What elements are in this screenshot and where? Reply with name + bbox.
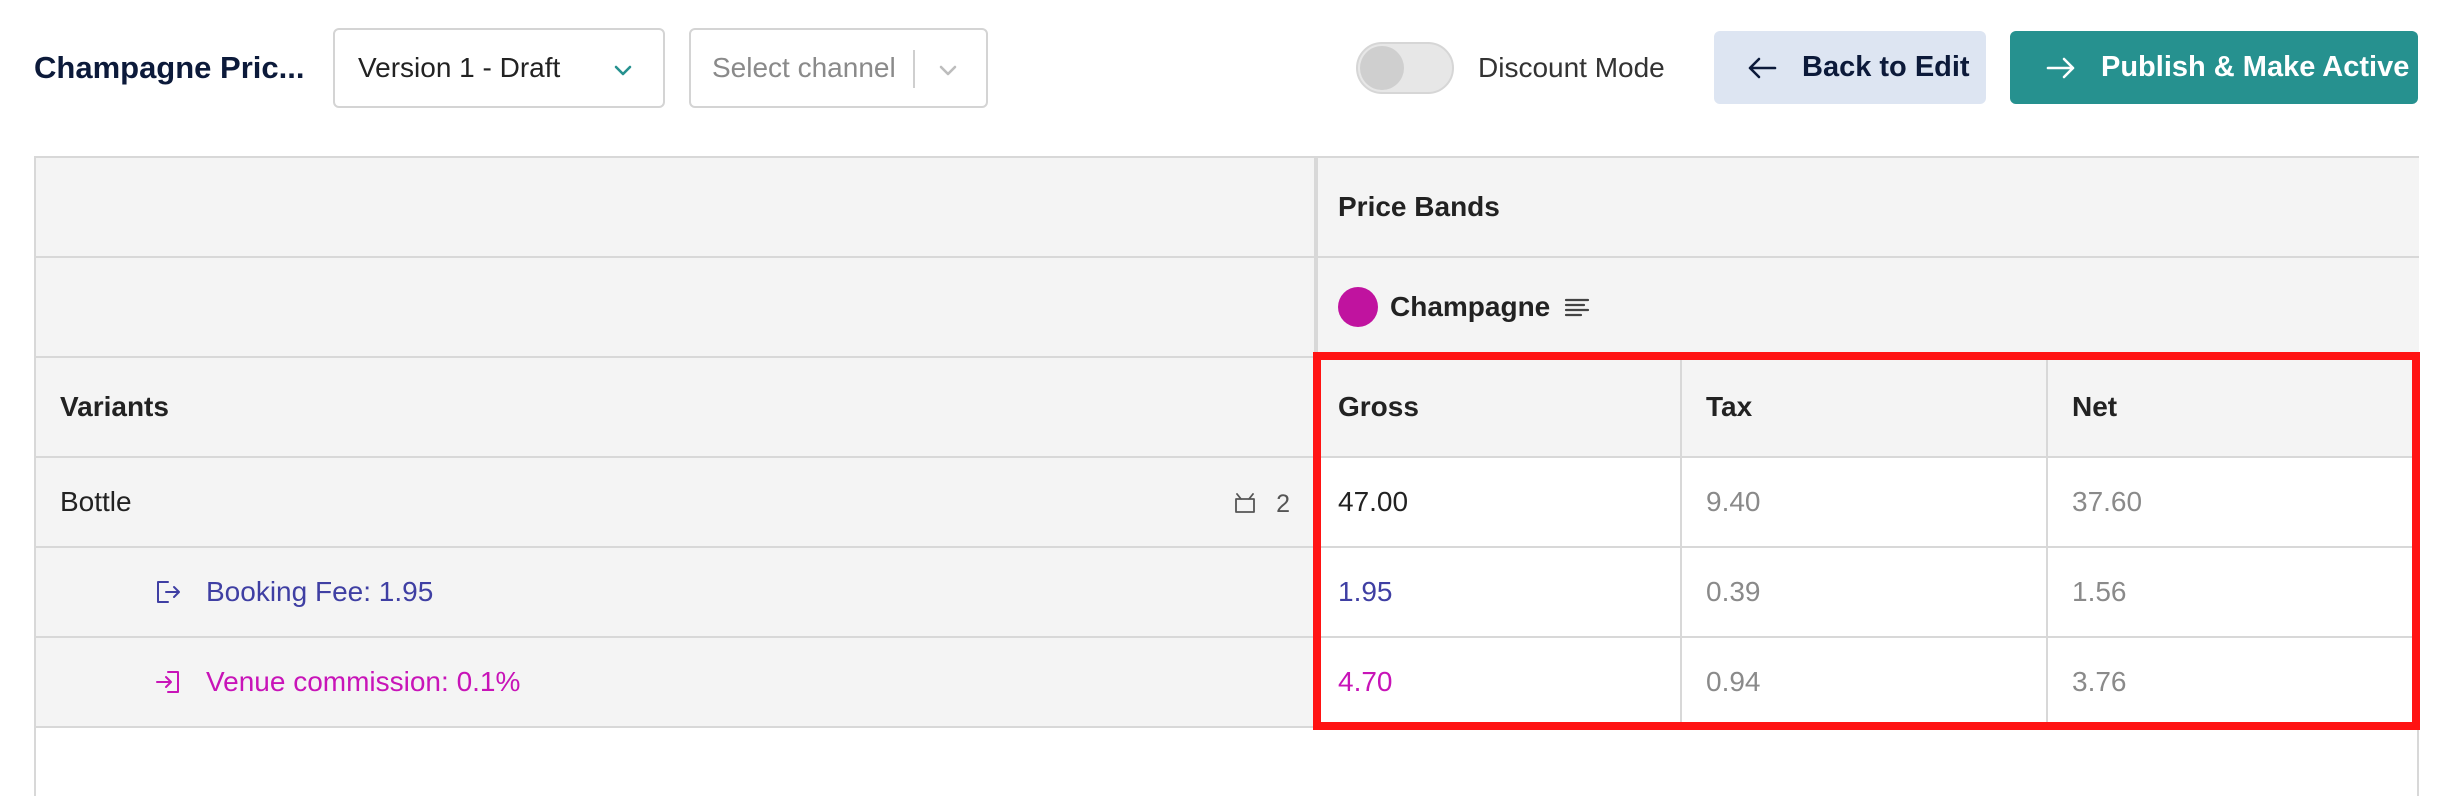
publish-button[interactable]: Publish & Make Active: [2010, 31, 2418, 104]
select-separator: [913, 50, 915, 88]
variant-row-bottle[interactable]: Bottle 2: [36, 458, 1314, 548]
publish-label: Publish & Make Active: [2101, 51, 2410, 83]
sale-channel-icon: [1235, 493, 1255, 513]
discount-mode-label: Discount Mode: [1478, 52, 1665, 83]
tax-value: 0.39: [1682, 548, 2048, 636]
back-to-edit-label: Back to Edit: [1802, 51, 1970, 83]
column-header-gross: Gross: [1314, 358, 1682, 456]
gross-value: 4.70: [1314, 638, 1682, 726]
channel-select[interactable]: Select channel: [689, 28, 988, 108]
variants-header: Variants: [36, 358, 1314, 458]
price-row-bottle: 47.00 9.40 37.60: [1314, 458, 2419, 548]
fee-in-icon: [156, 671, 179, 693]
price-grid: Price Bands Champagne Variants Gross Tax…: [34, 156, 2419, 796]
commission-label: Venue commission: 0.1%: [206, 666, 521, 697]
column-header-tax: Tax: [1682, 358, 2048, 456]
chevron-down-icon: [939, 65, 957, 76]
net-value: 37.60: [2072, 486, 2143, 517]
column-divider: [1314, 158, 1318, 728]
band-header: Champagne: [1314, 258, 2419, 358]
channel-select-placeholder: Select channel: [712, 52, 896, 83]
grid-header-blank-2: [36, 258, 1314, 358]
toggle-knob: [1360, 46, 1404, 90]
fee-label: Booking Fee: 1.95: [206, 576, 434, 607]
back-to-edit-button[interactable]: Back to Edit: [1714, 31, 1986, 104]
version-select[interactable]: Version 1 - Draft: [333, 28, 665, 108]
fee-out-icon: [157, 581, 180, 603]
chevron-down-icon: [614, 65, 632, 76]
page-title: Champagne Pric...: [34, 50, 305, 85]
discount-mode-toggle[interactable]: [1356, 42, 1454, 94]
tax-value: 9.40: [1682, 458, 2048, 546]
fee-row-venue-commission[interactable]: Venue commission: 0.1%: [36, 638, 1314, 728]
column-header-net: Net: [2072, 391, 2118, 422]
tax-value: 0.94: [1682, 638, 2048, 726]
arrow-right-icon: [2046, 57, 2075, 78]
gross-value: 1.95: [1314, 548, 1682, 636]
grid-header-blank-1: [36, 158, 1314, 258]
fee-row-booking[interactable]: Booking Fee: 1.95: [36, 548, 1314, 638]
column-headers: Gross Tax Net: [1314, 358, 2419, 458]
toolbar: Champagne Pric... Version 1 - Draft Sele…: [0, 0, 2448, 140]
version-select-value: Version 1 - Draft: [358, 52, 561, 83]
net-value: 1.56: [2072, 576, 2127, 607]
variant-label: Bottle: [60, 486, 132, 517]
band-name: Champagne: [1390, 291, 1551, 322]
sale-channel-count: 2: [1276, 490, 1290, 518]
lines-icon[interactable]: [1564, 295, 1590, 319]
band-color-dot: [1338, 287, 1378, 327]
gross-input[interactable]: 47.00: [1314, 458, 1682, 546]
arrow-left-icon: [1748, 57, 1777, 78]
net-value: 3.76: [2072, 666, 2127, 697]
price-row-venue-commission: 4.70 0.94 3.76: [1314, 638, 2419, 728]
price-bands-header: Price Bands: [1314, 158, 2419, 258]
price-row-booking-fee: 1.95 0.39 1.56: [1314, 548, 2419, 638]
